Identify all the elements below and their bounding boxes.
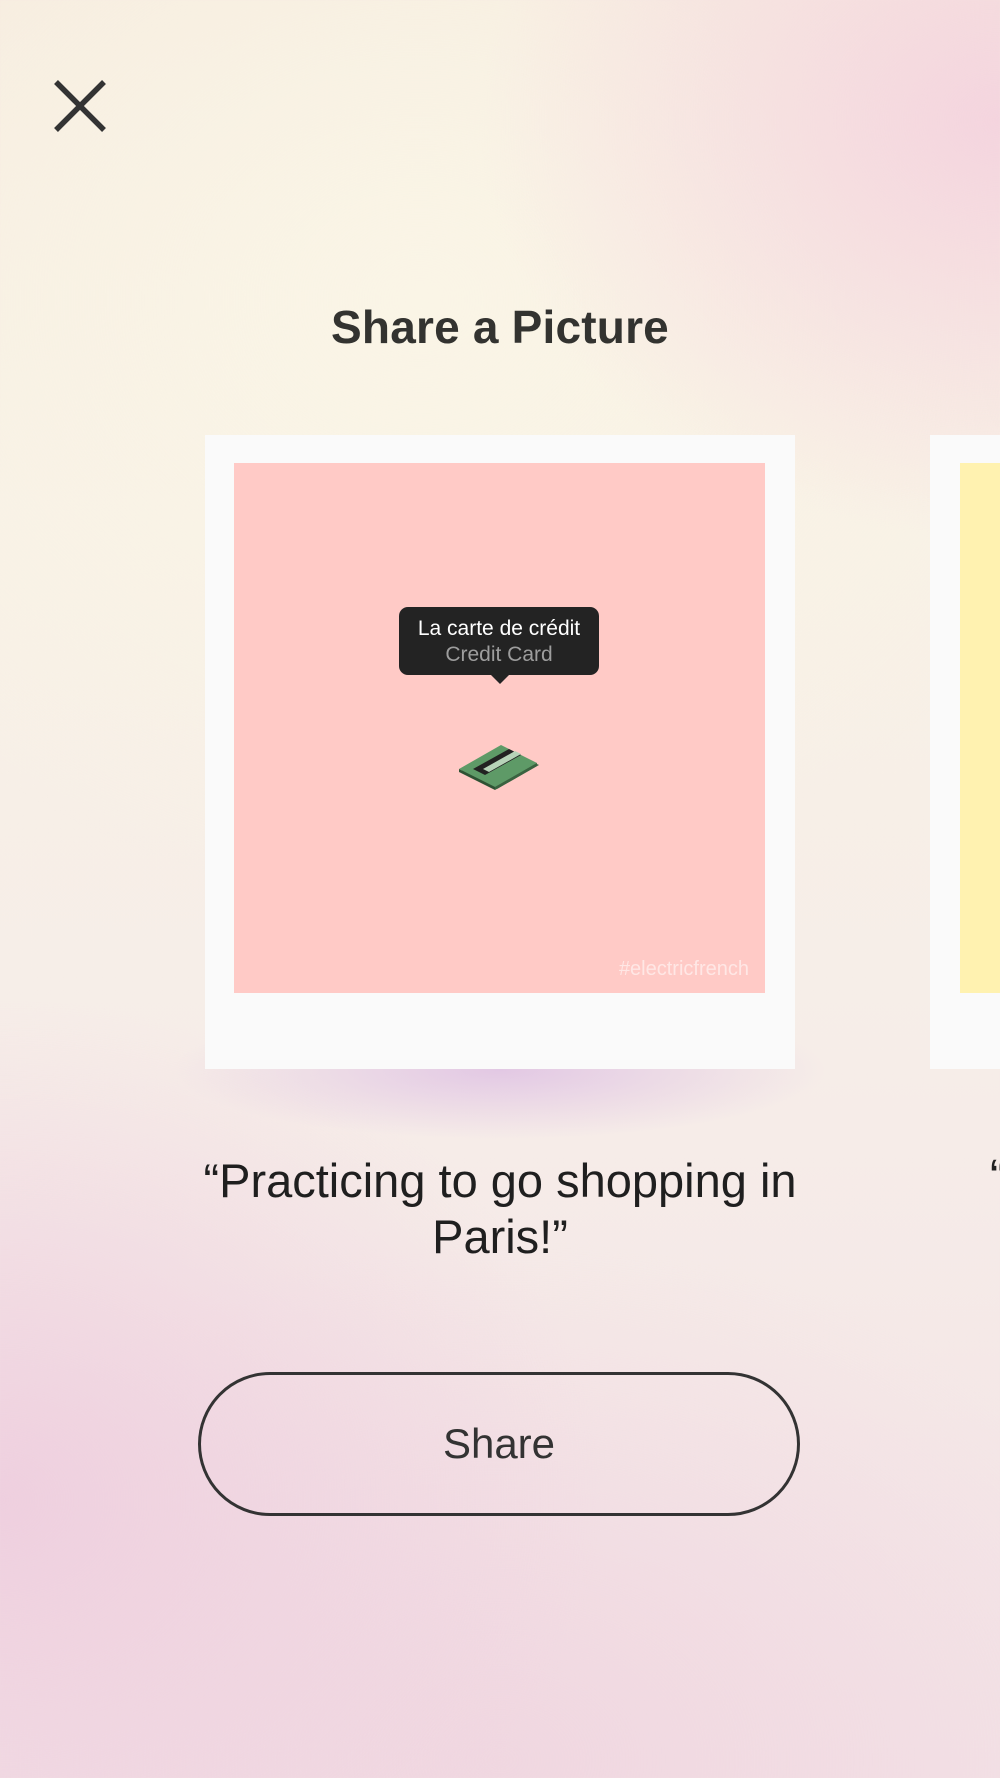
word-tooltip: La carte de crédit Credit Card: [399, 607, 599, 684]
next-picture-card[interactable]: [930, 435, 1000, 1069]
next-picture-photo: [960, 463, 1000, 993]
next-picture-caption: “: [990, 1150, 1000, 1205]
picture-caption: “Practicing to go shopping in Paris!”: [203, 1154, 797, 1263]
picture-card[interactable]: La carte de crédit Credit Card #electric…: [205, 435, 795, 1069]
close-icon: [54, 80, 106, 132]
page-title: Share a Picture: [331, 301, 669, 353]
watermark: #electricfrench: [618, 958, 749, 980]
picture-photo: La carte de crédit Credit Card #electric…: [234, 463, 765, 993]
tooltip-english-word: Credit Card: [445, 643, 553, 666]
credit-card-icon[interactable]: [459, 743, 541, 793]
tooltip-french-word: La carte de crédit: [417, 617, 581, 640]
close-button[interactable]: [50, 76, 110, 136]
share-button[interactable]: Share: [198, 1372, 800, 1516]
